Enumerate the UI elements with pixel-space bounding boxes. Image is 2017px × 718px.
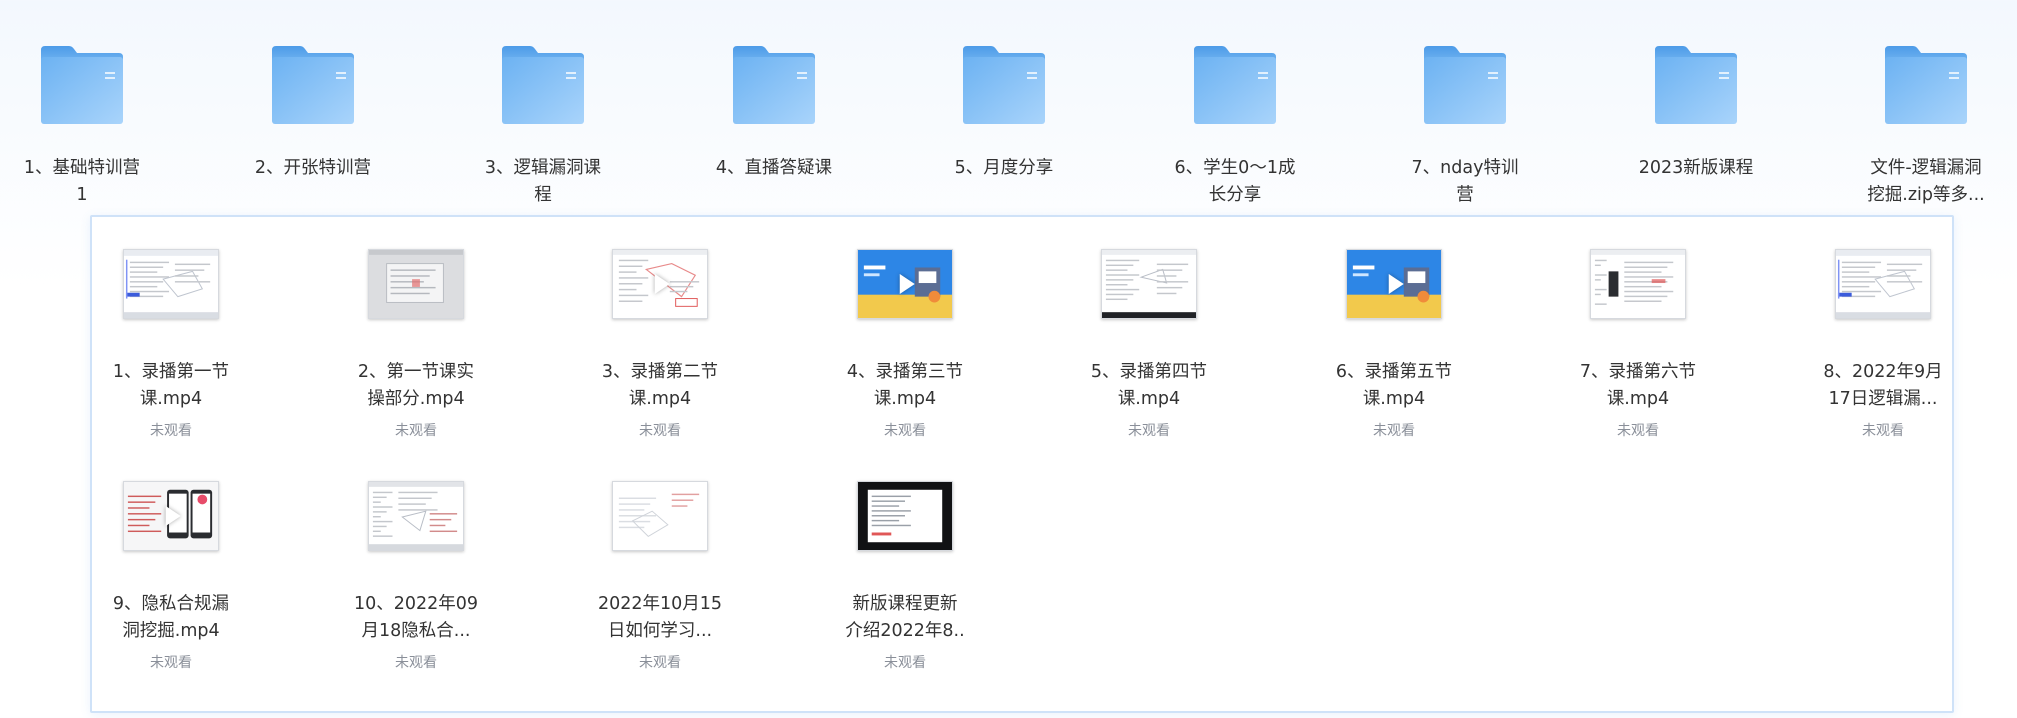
watch-status: 未观看 — [1617, 423, 1659, 439]
video-thumbnail — [612, 249, 708, 319]
file-item[interactable]: 4、录播第三节 课.mp4 未观看 — [805, 217, 1005, 442]
watch-status: 未观看 — [395, 423, 437, 439]
folder-item[interactable]: 7、nday特训营 — [1370, 0, 1560, 215]
file-item[interactable]: 2、第一节课实 操部分.mp4 未观看 — [316, 217, 516, 442]
folder-icon — [270, 44, 356, 126]
video-thumbnail — [857, 481, 953, 551]
file-name: 5、录播第四节 课.mp4 — [1090, 362, 1208, 409]
folder-icon — [731, 44, 817, 126]
watch-status: 未观看 — [1373, 423, 1415, 439]
video-thumbnail — [123, 481, 219, 551]
folder-icon — [39, 44, 125, 126]
folder-name: 文件-逻辑漏洞 挖掘.zip等多... — [1867, 158, 1985, 205]
watch-status: 未观看 — [639, 423, 681, 439]
folder-item[interactable]: 4、直播答疑课 — [679, 0, 869, 215]
video-thumbnail — [368, 481, 464, 551]
watch-status: 未观看 — [1862, 423, 1904, 439]
file-name: 6、录播第五节 课.mp4 — [1335, 362, 1453, 409]
watch-status: 未观看 — [1128, 423, 1170, 439]
folder-name: 1、基础特训营 1 — [23, 158, 141, 205]
folder-icon — [961, 44, 1047, 126]
folder-item[interactable]: 5、月度分享 — [909, 0, 1099, 215]
file-item[interactable]: 5、录播第四节 课.mp4 未观看 — [1049, 217, 1249, 442]
file-name: 2、第一节课实 操部分.mp4 — [357, 362, 475, 409]
file-name: 9、隐私合规漏 洞挖掘.mp4 — [112, 594, 230, 641]
folder-item[interactable]: 3、逻辑漏洞课程 — [448, 0, 638, 215]
folder-name: 3、逻辑漏洞课程 — [484, 158, 602, 205]
video-thumbnail — [123, 249, 219, 319]
video-thumbnail — [1590, 249, 1686, 319]
file-item[interactable]: 6、录播第五节 课.mp4 未观看 — [1294, 217, 1494, 442]
video-thumbnail — [1346, 249, 1442, 319]
folder-item[interactable]: 2023新版课程 — [1601, 0, 1791, 215]
file-name: 2022年10月15 日如何学习... — [597, 594, 723, 641]
file-item[interactable]: 1、录播第一节 课.mp4 未观看 — [71, 217, 271, 442]
video-thumbnail — [1101, 249, 1197, 319]
watch-status: 未观看 — [395, 655, 437, 671]
folder-name: 2、开张特训营 — [254, 158, 372, 178]
file-item[interactable]: 9、隐私合规漏 洞挖掘.mp4 未观看 — [71, 449, 271, 674]
play-icon — [1388, 274, 1404, 294]
video-thumbnail — [368, 249, 464, 319]
folder-item[interactable]: 2、开张特训营 — [218, 0, 408, 215]
file-item[interactable]: 3、录播第二节 课.mp4 未观看 — [560, 217, 760, 442]
video-thumbnail — [857, 249, 953, 319]
folder-item[interactable]: 文件-逻辑漏洞 挖掘.zip等多... — [1831, 0, 2017, 215]
folder-icon — [1422, 44, 1508, 126]
watch-status: 未观看 — [884, 423, 926, 439]
folder-icon — [1883, 44, 1969, 126]
folder-item[interactable]: 6、学生0～1成 长分享 — [1140, 0, 1330, 215]
folder-icon — [500, 44, 586, 126]
file-name: 4、录播第三节 课.mp4 — [846, 362, 964, 409]
folder-name: 4、直播答疑课 — [715, 158, 833, 178]
file-item[interactable]: 新版课程更新 介绍2022年8.. 未观看 — [805, 449, 1005, 674]
files-panel: 1、录播第一节 课.mp4 未观看 2、第一节课实 操部分.mp4 未观看 3、录播第二节课… — [90, 215, 1954, 713]
folder-row: 1、基础特训营 1 2、开张特训营 3、逻辑漏洞课程 4、直播答疑课 5、月度分享 6、学生… — [0, 0, 2017, 215]
folder-item[interactable]: 1、基础特训营 1 — [0, 0, 177, 215]
file-item[interactable]: 10、2022年09 月18隐私合... 未观看 — [316, 449, 516, 674]
folder-name: 2023新版课程 — [1638, 158, 1754, 178]
folder-icon — [1653, 44, 1739, 126]
watch-status: 未观看 — [150, 423, 192, 439]
file-name: 8、2022年9月 17日逻辑漏... — [1823, 362, 1943, 409]
video-thumbnail — [1835, 249, 1931, 319]
play-icon — [654, 274, 670, 294]
play-icon — [899, 274, 915, 294]
folder-icon — [1192, 44, 1278, 126]
watch-status: 未观看 — [639, 655, 681, 671]
file-name: 新版课程更新 介绍2022年8.. — [845, 594, 965, 641]
file-item[interactable]: 2022年10月15 日如何学习... 未观看 — [560, 449, 760, 674]
file-name: 1、录播第一节 课.mp4 — [112, 362, 230, 409]
file-name: 7、录播第六节 课.mp4 — [1579, 362, 1697, 409]
file-name: 10、2022年09 月18隐私合... — [353, 594, 479, 641]
file-item[interactable]: 8、2022年9月 17日逻辑漏... 未观看 — [1783, 217, 1983, 442]
folder-name: 5、月度分享 — [954, 158, 1054, 178]
watch-status: 未观看 — [150, 655, 192, 671]
folder-name: 7、nday特训营 — [1411, 158, 1519, 205]
file-item[interactable]: 7、录播第六节 课.mp4 未观看 — [1538, 217, 1738, 442]
video-thumbnail — [612, 481, 708, 551]
watch-status: 未观看 — [884, 655, 926, 671]
file-name: 3、录播第二节 课.mp4 — [601, 362, 719, 409]
folder-name: 6、学生0～1成 长分享 — [1174, 158, 1296, 205]
play-icon — [165, 506, 181, 526]
